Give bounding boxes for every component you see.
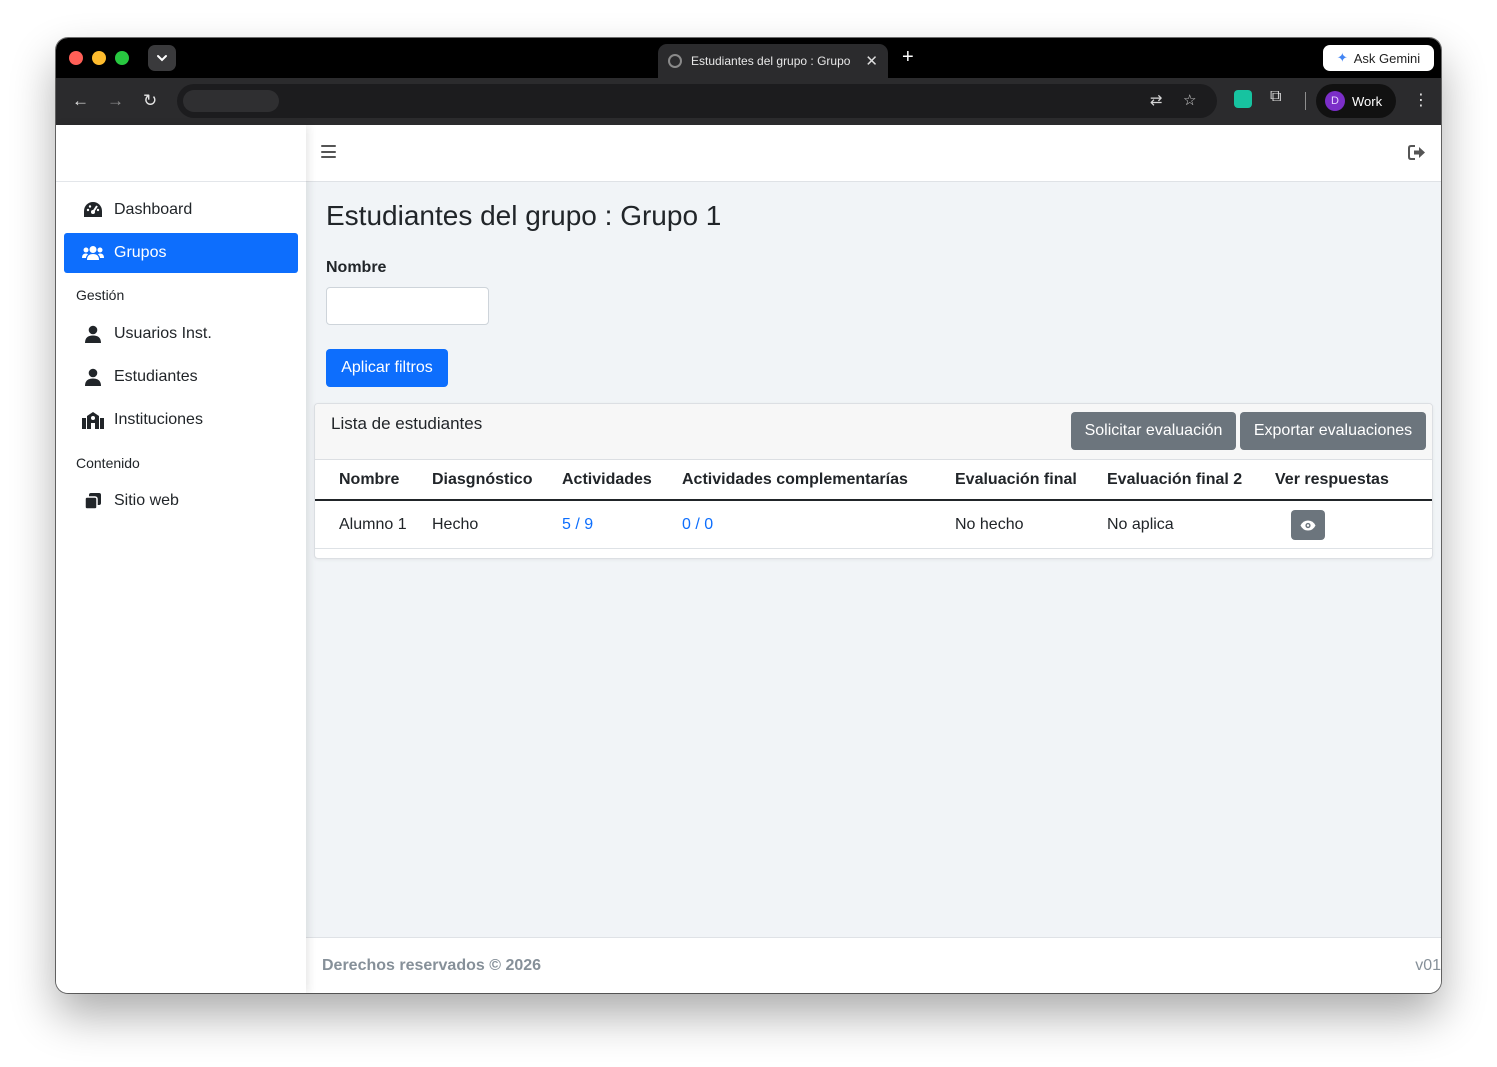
extensions-puzzle-icon[interactable]: ⧉: [1270, 88, 1288, 106]
sidebar-item-usuarios-inst[interactable]: Usuarios Inst.: [64, 314, 298, 354]
export-evaluations-button[interactable]: Exportar evaluaciones: [1240, 412, 1426, 450]
minimize-window-button[interactable]: [92, 51, 106, 65]
tab-search-button[interactable]: [148, 45, 176, 71]
back-arrow-icon[interactable]: ←: [72, 91, 89, 111]
gemini-sparkle-icon: ✦: [1336, 50, 1348, 65]
column-header-diagnostico[interactable]: Diasgnóstico: [432, 471, 532, 489]
maximize-window-button[interactable]: [115, 51, 129, 65]
close-tab-icon[interactable]: ✕: [865, 52, 878, 70]
column-header-evaluacion-final-2[interactable]: Evaluación final 2: [1107, 471, 1242, 489]
column-header-evaluacion-final[interactable]: Evaluación final: [955, 471, 1077, 489]
toolbar-divider: [1305, 92, 1306, 110]
copyright-text: Derechos reservados © 2026: [322, 957, 542, 974]
users-icon: [82, 245, 104, 261]
forward-arrow-icon[interactable]: →: [107, 91, 124, 111]
apply-filters-button[interactable]: Aplicar filtros: [326, 349, 448, 387]
table-header-divider: [315, 499, 1432, 501]
sidebar-item-label: Sitio web: [114, 492, 179, 509]
column-header-actividades-complementarias[interactable]: Actividades complementarías: [682, 471, 908, 489]
cell-student-name: Alumno 1: [339, 516, 407, 533]
user-icon: [82, 325, 104, 343]
redacted-url: [183, 90, 279, 112]
sidebar-section-heading: Gestión: [76, 287, 125, 303]
version-label: v01: [1415, 957, 1441, 974]
ask-gemini-label: Ask Gemini: [1353, 50, 1421, 66]
sidebar-item-instituciones[interactable]: Instituciones: [64, 400, 298, 440]
browser-window: Estudiantes del grupo : Grupo ✕ + ✦ Ask …: [56, 38, 1441, 993]
sidebar-item-label: Usuarios Inst.: [114, 325, 212, 342]
avatar: D: [1325, 91, 1345, 111]
chevron-down-icon: [157, 55, 167, 62]
request-evaluation-button[interactable]: Solicitar evaluación: [1071, 412, 1236, 450]
tab-title: Estudiantes del grupo : Grupo: [691, 54, 851, 68]
more-menu-icon[interactable]: ⋮: [1413, 90, 1429, 110]
new-tab-button[interactable]: +: [902, 46, 914, 69]
browser-toolbar: ← → ↻ ⇄ ☆ ⧉ D Work ⋮: [56, 78, 1441, 125]
sidebar: Dashboard Grupos Gestión Usuarios Inst.: [56, 125, 306, 993]
name-filter-input[interactable]: [326, 287, 489, 325]
activities-link[interactable]: 5 / 9: [562, 516, 593, 534]
sidebar-item-estudiantes[interactable]: Estudiantes: [64, 357, 298, 397]
bookmark-star-icon[interactable]: ☆: [1183, 91, 1196, 109]
sidebar-item-label: Dashboard: [114, 201, 193, 218]
main-content: Estudiantes del grupo : Grupo 1 Nombre A…: [306, 182, 1441, 937]
complementary-activities-link[interactable]: 0 / 0: [682, 516, 713, 534]
sidebar-item-label: Grupos: [114, 244, 167, 261]
profile-label: Work: [1352, 93, 1383, 109]
user-icon: [82, 368, 104, 386]
card-title: Lista de estudiantes: [331, 414, 483, 433]
eye-icon: [1300, 520, 1316, 530]
column-header-nombre[interactable]: Nombre: [339, 471, 399, 489]
view-answers-button[interactable]: [1291, 510, 1325, 540]
cell-final-evaluation-2: No aplica: [1107, 516, 1174, 533]
sidebar-item-sitio-web[interactable]: Sitio web: [64, 481, 298, 521]
extension-icon[interactable]: [1234, 90, 1252, 108]
ask-gemini-button[interactable]: ✦ Ask Gemini: [1323, 45, 1434, 71]
column-header-actividades[interactable]: Actividades: [562, 471, 652, 489]
translate-icon[interactable]: ⇄: [1150, 91, 1163, 109]
sidebar-item-grupos[interactable]: Grupos: [64, 233, 298, 273]
reload-icon[interactable]: ↻: [143, 91, 157, 111]
sidebar-section-heading: Contenido: [76, 455, 140, 471]
copy-icon: [82, 492, 104, 510]
name-filter-label: Nombre: [326, 259, 387, 276]
profile-button[interactable]: D Work: [1316, 84, 1396, 118]
sidebar-item-dashboard[interactable]: Dashboard: [64, 190, 298, 230]
cell-diagnostic-status: Hecho: [432, 516, 479, 533]
footer: Derechos reservados © 2026 v01: [306, 937, 1441, 993]
browser-tab[interactable]: Estudiantes del grupo : Grupo ✕: [658, 44, 888, 78]
gauge-icon: [82, 201, 104, 219]
column-header-ver-respuestas[interactable]: Ver respuestas: [1275, 471, 1389, 489]
tab-bar: Estudiantes del grupo : Grupo ✕ + ✦ Ask …: [56, 38, 1441, 78]
sidebar-item-label: Estudiantes: [114, 368, 198, 385]
globe-icon: [668, 54, 682, 68]
table-row-divider: [315, 548, 1432, 549]
menu-toggle-icon[interactable]: [321, 145, 336, 158]
school-icon: [82, 411, 104, 429]
cell-final-evaluation: No hecho: [955, 516, 1024, 533]
logout-icon[interactable]: [1408, 144, 1426, 161]
sidebar-brand: [56, 125, 306, 182]
top-navbar: [306, 125, 1441, 182]
sidebar-item-label: Instituciones: [114, 411, 203, 428]
web-page: Dashboard Grupos Gestión Usuarios Inst.: [56, 125, 1441, 993]
address-bar[interactable]: ⇄ ☆: [177, 84, 1217, 118]
page-title: Estudiantes del grupo : Grupo 1: [326, 200, 722, 231]
close-window-button[interactable]: [69, 51, 83, 65]
students-card: Lista de estudiantes Solicitar evaluació…: [314, 403, 1433, 559]
card-header: Lista de estudiantes Solicitar evaluació…: [315, 404, 1432, 460]
